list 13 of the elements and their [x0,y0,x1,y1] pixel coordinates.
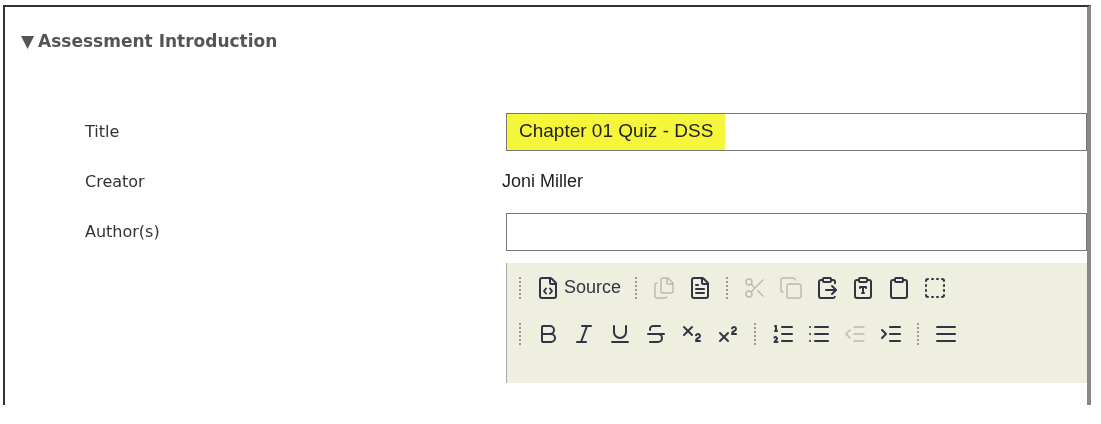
text-field[interactable] [506,212,1087,251]
field-label: Author(s) [84,220,161,243]
field-label: Title [84,120,121,143]
source-icon [536,275,560,300]
field-value: Joni Miller [502,170,584,193]
pages-icon [652,275,677,300]
select-all-icon [923,275,948,300]
section-header[interactable]: ▼ Assessment Introduction [21,29,278,55]
paste-icon [815,275,840,300]
copy-icon [779,275,804,300]
toolbar-button[interactable]: Source [530,270,628,305]
field-value: Chapter 01 Quiz - DSS [507,113,726,150]
text-field[interactable]: Chapter 01 Quiz - DSS [506,112,1087,151]
